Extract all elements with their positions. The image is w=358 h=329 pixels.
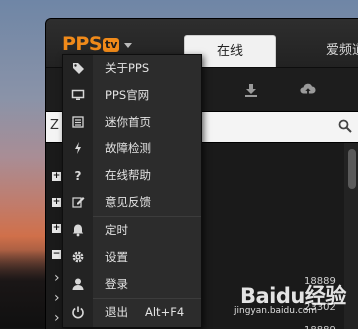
logo-text: PPS: [62, 33, 103, 55]
chevron-right-icon[interactable]: ›: [54, 291, 60, 305]
edit-icon: [72, 197, 85, 208]
main-menu-dropdown: 关于PPS PPS官网 迷你首页 故障检测 ? 在线帮助 意见反馈 定时 设置 …: [62, 54, 202, 328]
menu-item-label: 定时: [105, 223, 128, 237]
scrollbar-thumb[interactable]: [348, 149, 356, 189]
menu-item-help[interactable]: ? 在线帮助: [63, 162, 201, 189]
tag-icon: [73, 63, 84, 74]
list-icon: [72, 115, 84, 128]
menu-item-website[interactable]: PPS官网: [63, 82, 201, 109]
chevron-right-icon[interactable]: ›: [54, 311, 60, 325]
question-icon: ?: [75, 169, 82, 182]
menu-item-label: 在线帮助: [105, 168, 151, 183]
menu-item-timer[interactable]: 定时: [63, 217, 201, 244]
expand-icon[interactable]: +: [52, 172, 61, 181]
menu-item-label: 设置: [105, 249, 128, 264]
menu-item-mini-home[interactable]: 迷你首页: [63, 109, 201, 136]
menu-item-exit[interactable]: 退出 Alt+F4: [63, 299, 201, 326]
menu-item-label: 登录: [105, 276, 128, 291]
gear-icon: [72, 251, 84, 263]
expand-icon[interactable]: +: [52, 224, 61, 233]
menu-item-about[interactable]: 关于PPS: [63, 55, 201, 82]
search-icon[interactable]: [338, 119, 352, 133]
baidu-watermark: Baidu经验 jingyan.baidu.com: [222, 276, 358, 328]
menu-item-label: 意见反馈: [105, 195, 151, 209]
user-icon: [72, 278, 84, 290]
expand-icon[interactable]: +: [52, 198, 61, 207]
collapse-icon[interactable]: −: [52, 250, 61, 259]
menu-item-feedback[interactable]: 意见反馈: [63, 189, 201, 216]
svg-text:?: ?: [75, 169, 82, 182]
menu-item-label: 迷你首页: [105, 114, 151, 129]
tab-love-channel[interactable]: 爱频道: [326, 35, 358, 67]
logo-badge: tv: [103, 37, 120, 52]
menu-item-label: 故障检测: [105, 141, 151, 156]
menu-item-diagnostics[interactable]: 故障检测: [63, 135, 201, 162]
pps-logo-button[interactable]: PPS tv: [62, 33, 133, 55]
download-icon[interactable]: [243, 82, 259, 98]
chevron-down-icon: [124, 42, 133, 48]
monitor-icon: [71, 89, 85, 100]
menu-item-label: 关于PPS: [105, 61, 150, 75]
bell-icon: [72, 224, 84, 237]
menu-item-shortcut: Alt+F4: [145, 305, 185, 319]
chevron-right-icon[interactable]: ›: [54, 271, 60, 285]
watermark-url: jingyan.baidu.com: [234, 306, 318, 316]
menu-item-settings[interactable]: 设置: [63, 244, 201, 271]
cloud-upload-icon[interactable]: [300, 82, 316, 98]
menu-item-label: 退出: [105, 305, 128, 319]
search-input-text: Z: [50, 118, 59, 133]
menu-item-label: PPS官网: [105, 87, 150, 102]
menu-item-login[interactable]: 登录: [63, 271, 201, 298]
power-icon: [72, 306, 84, 319]
bolt-icon: [75, 142, 81, 155]
